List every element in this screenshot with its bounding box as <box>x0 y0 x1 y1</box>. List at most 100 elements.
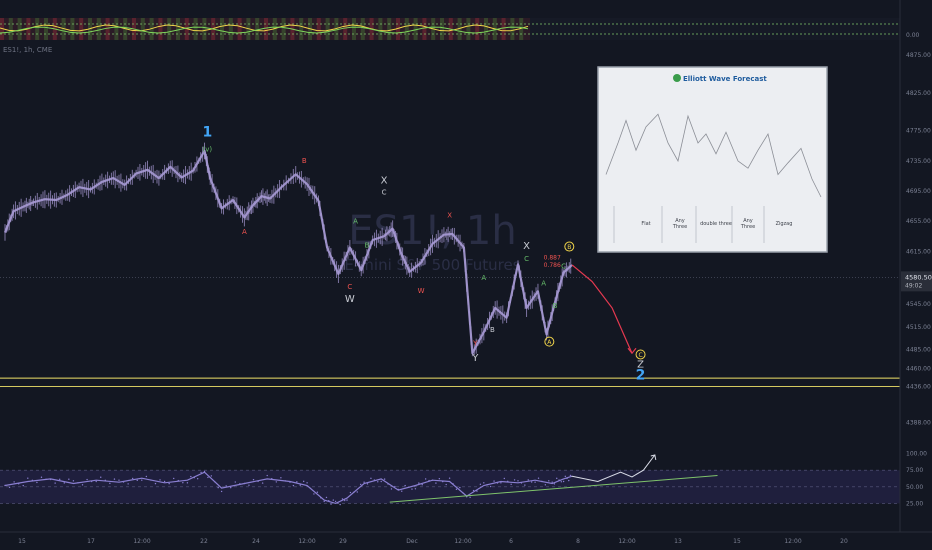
rsi-point <box>562 480 565 483</box>
top-indicator-bar <box>378 18 383 40</box>
top-indicator-bar <box>475 18 480 40</box>
top-indicator-bar <box>466 18 471 40</box>
top-indicator-bar <box>79 18 84 40</box>
top-indicator-bar <box>228 18 233 40</box>
rsi-point <box>442 480 444 483</box>
rsi-point <box>452 483 454 485</box>
rsi-point <box>328 500 330 502</box>
rsi-tick-label: 100.00 <box>906 451 927 458</box>
top-indicator-bar <box>352 18 356 40</box>
rsi-point <box>95 480 97 483</box>
rsi-point <box>8 486 11 489</box>
top-indicator-bar <box>167 18 172 40</box>
top-indicator-bar <box>158 18 163 40</box>
rsi-point <box>390 488 393 490</box>
rsi-point <box>27 477 29 479</box>
rsi-point <box>182 482 184 484</box>
rsi-point <box>207 476 209 479</box>
inset-pattern-label: double three <box>700 221 732 227</box>
top-indicator-bar <box>501 18 506 40</box>
rsi-point <box>544 484 547 486</box>
rsi-point <box>380 480 382 483</box>
rsi-point <box>193 476 195 479</box>
rsi-point <box>54 482 56 484</box>
time-tick-label: 12:00 <box>133 538 150 545</box>
rsi-point <box>239 483 241 485</box>
rsi-point <box>45 478 47 481</box>
rsi-point <box>520 482 523 484</box>
rsi-point <box>337 502 339 504</box>
rsi-point <box>421 483 423 486</box>
rsi-point <box>548 480 550 482</box>
rsi-point <box>486 483 488 486</box>
rsi-point <box>524 484 526 486</box>
rsi-point <box>553 483 556 485</box>
inset-pattern-label: Flat <box>641 221 650 227</box>
inset-pattern-label: Three <box>672 224 687 230</box>
rsi-point <box>459 486 461 489</box>
rsi-tick-label: 25.00 <box>906 500 923 507</box>
top-indicator-bar <box>484 18 488 40</box>
price-tick-label: 4775.00 <box>906 128 931 135</box>
rsi-point <box>104 479 107 482</box>
rsi-point <box>493 480 495 482</box>
top-indicator-bar <box>255 18 260 40</box>
rsi-point <box>356 491 358 493</box>
top-indicator-bar <box>193 18 198 40</box>
price-tick-label: 4515.00 <box>906 324 931 331</box>
wave-label: X <box>381 175 388 186</box>
wave-label: X <box>523 241 530 252</box>
rsi-point <box>86 478 88 481</box>
rsi-point <box>13 481 15 483</box>
rsi-point <box>472 489 475 492</box>
rsi-point <box>445 483 447 486</box>
wave-label: 1 <box>202 125 212 141</box>
circled-wave-label: B <box>567 244 571 251</box>
time-tick-label: 22 <box>200 538 208 545</box>
rsi-point <box>190 475 192 478</box>
wave-label: 2 <box>636 368 646 384</box>
time-tick-label: 13 <box>674 538 682 545</box>
price-tick-label: 4545.00 <box>906 301 931 308</box>
top-indicator-tick: 0.00 <box>906 32 920 39</box>
wave-label: Y <box>472 340 478 348</box>
time-tick-label: 24 <box>252 538 260 545</box>
rsi-point <box>136 479 138 482</box>
wave-label: W <box>418 287 425 295</box>
rsi-point <box>418 482 420 484</box>
top-indicator-bar <box>44 18 48 40</box>
wave-label: B <box>490 326 495 334</box>
chart-canvas[interactable]: ES1!, 1hE-mini S&P 500 Futures1(v)BAXCAB… <box>0 0 932 550</box>
rsi-point <box>145 475 148 478</box>
rsi-point <box>469 496 471 499</box>
time-tick-label: 12:00 <box>618 538 635 545</box>
rsi-point <box>401 490 403 492</box>
rsi-point <box>330 503 332 505</box>
wave-label: C <box>382 189 387 197</box>
rsi-point <box>22 484 24 487</box>
rsi-point <box>325 496 328 499</box>
top-indicator-bar <box>316 18 321 40</box>
rsi-point <box>530 481 533 483</box>
circled-wave-label: C <box>638 352 642 359</box>
rsi-point <box>200 471 202 474</box>
rsi-point <box>257 480 259 483</box>
wave-label: A <box>541 279 546 287</box>
rsi-point <box>214 481 216 483</box>
rsi-point <box>503 477 506 480</box>
rsi-point <box>230 486 232 489</box>
rsi-point <box>500 482 502 484</box>
rsi-point <box>243 482 246 485</box>
rsi-point <box>127 483 129 485</box>
top-indicator-bar <box>220 18 224 40</box>
wave-label: A <box>481 274 486 282</box>
rsi-point <box>394 485 396 488</box>
rsi-point <box>210 475 213 477</box>
rsi-point <box>339 503 341 506</box>
rsi-point <box>438 478 441 480</box>
rsi-point <box>49 478 52 481</box>
rsi-point <box>510 483 512 485</box>
rsi-point <box>455 488 458 491</box>
trading-chart: ES1!, 1h E-mini S&P 500 Futures 1 (v) B A X C A B… <box>0 0 932 550</box>
wave-label: W <box>345 294 355 305</box>
